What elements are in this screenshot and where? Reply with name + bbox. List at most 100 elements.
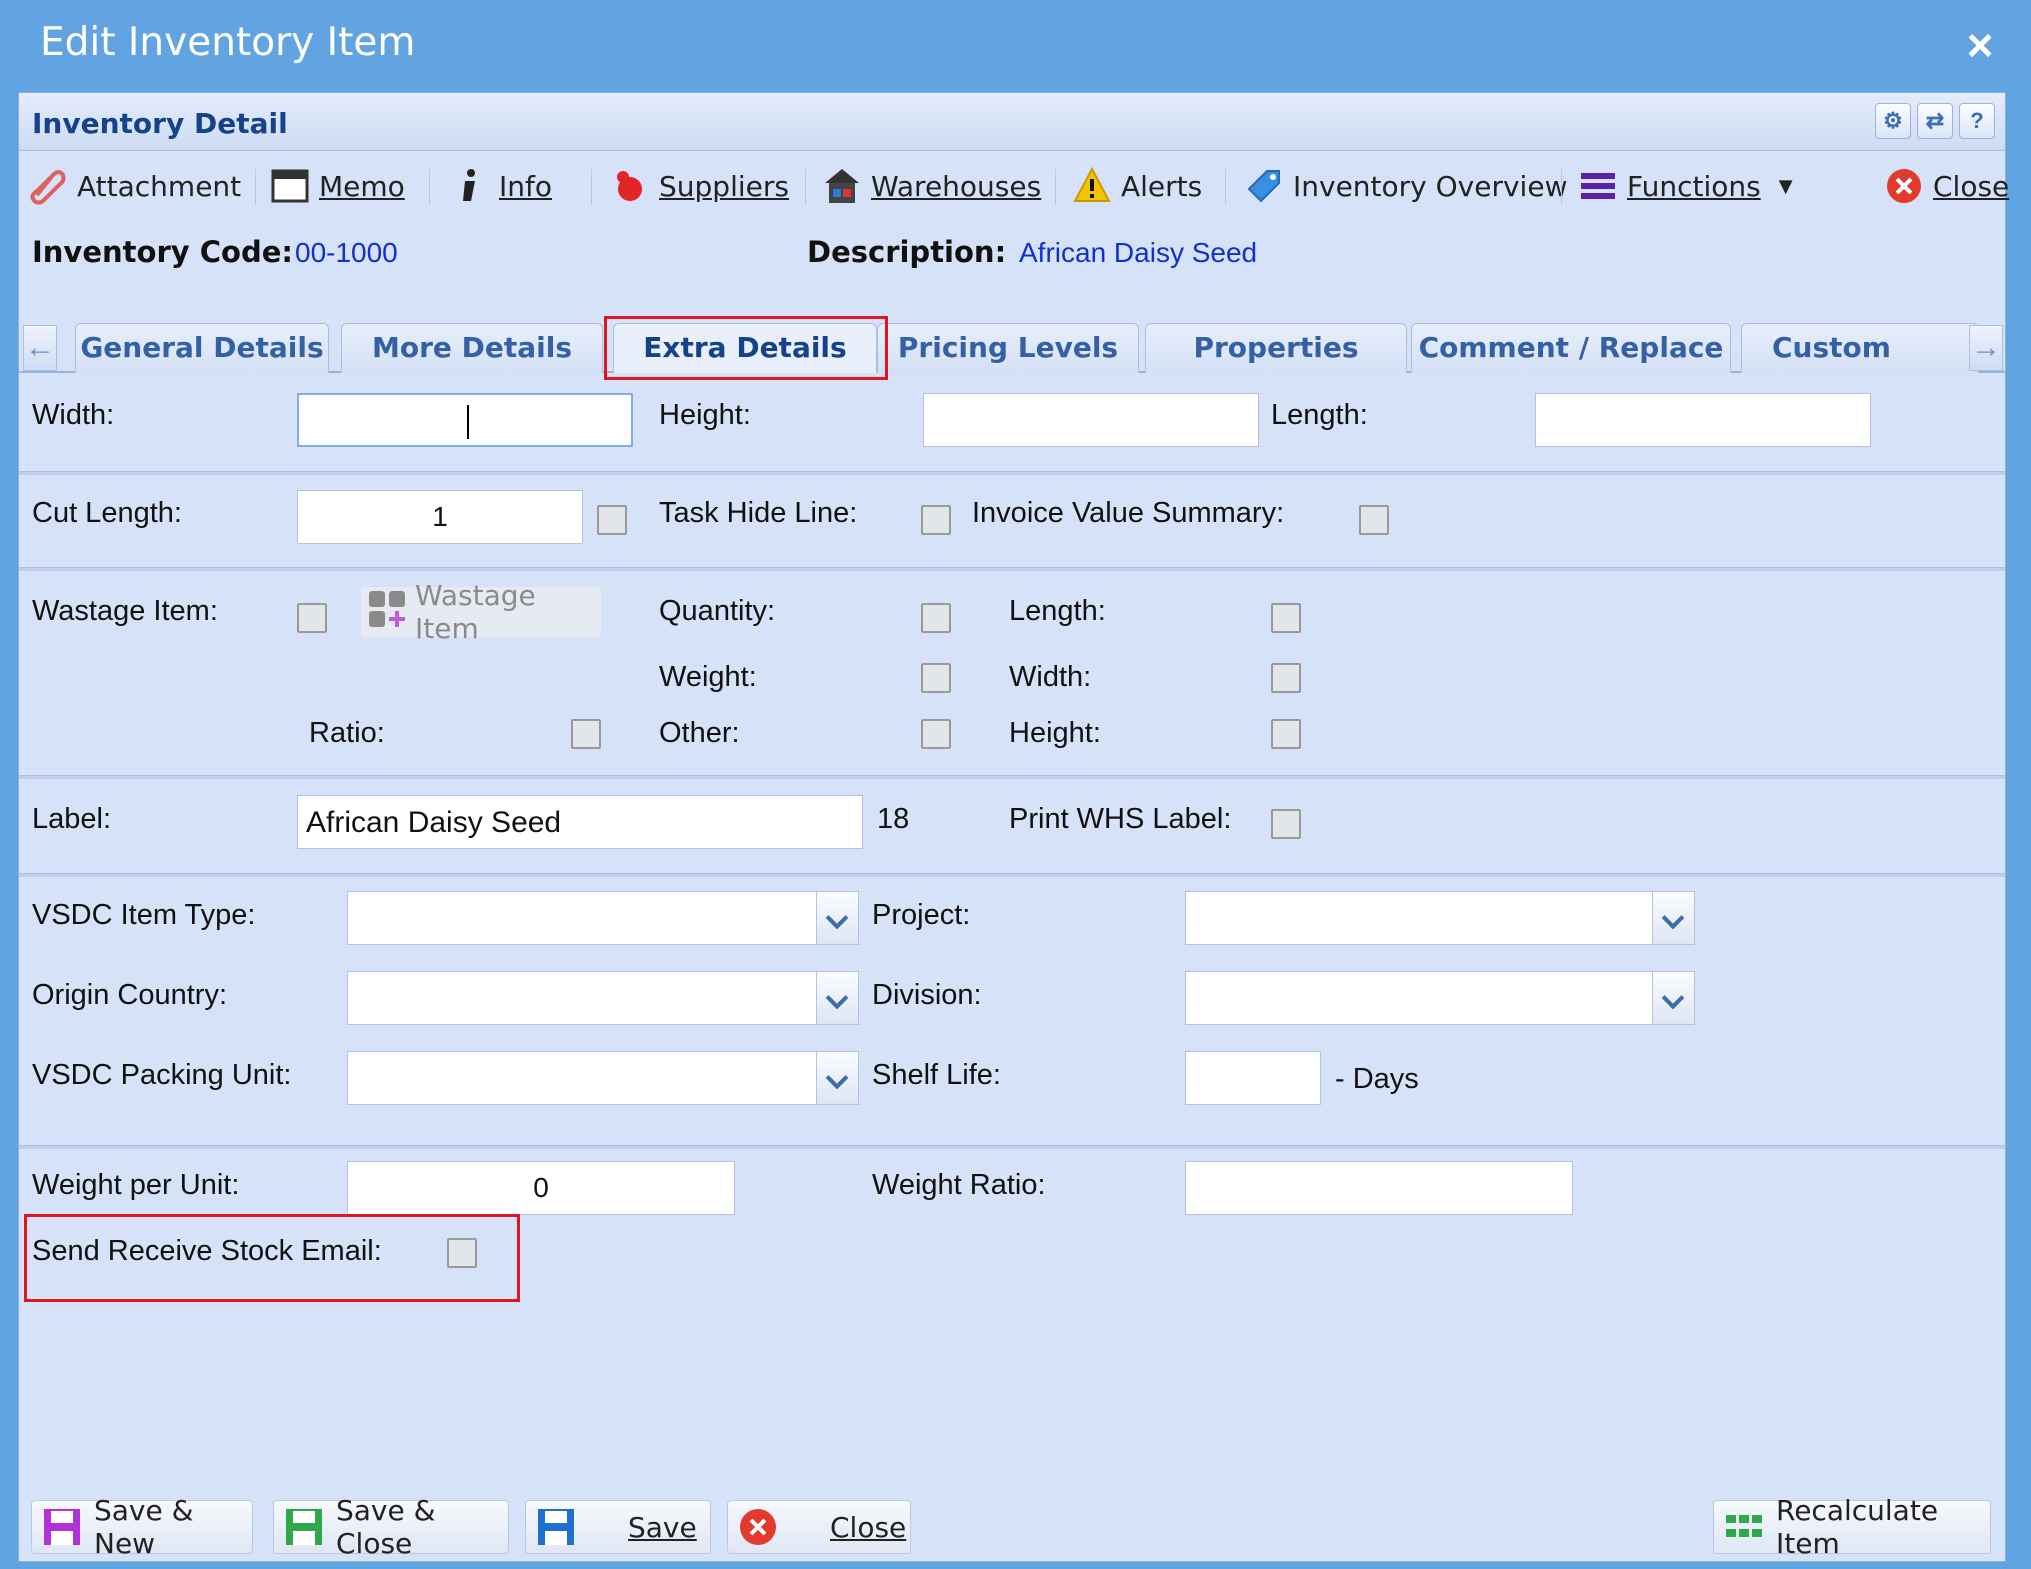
ratio-checkbox[interactable] xyxy=(571,719,601,749)
recalculate-item-button[interactable]: Recalculate Item xyxy=(1713,1494,1991,1560)
gear-icon[interactable]: ⚙ xyxy=(1875,103,1911,139)
vsdc-item-type-label: VSDC Item Type: xyxy=(32,899,256,931)
width-label: Width: xyxy=(32,399,115,431)
tab-pricing-levels[interactable]: Pricing Levels xyxy=(877,323,1139,373)
wastage-width-checkbox[interactable] xyxy=(1271,663,1301,693)
vsdc-packing-unit-select[interactable] xyxy=(347,1051,859,1105)
ratio-label: Ratio: xyxy=(309,717,385,749)
wastage-height-checkbox[interactable] xyxy=(1271,719,1301,749)
tab-scroll-left-icon[interactable]: ← xyxy=(23,325,57,371)
caret-down-icon: ▼ xyxy=(1778,175,1793,197)
warning-icon xyxy=(1073,166,1111,205)
weight-per-unit-label: Weight per Unit: xyxy=(32,1169,240,1201)
close-button[interactable]: Close xyxy=(727,1500,911,1554)
invoice-value-summary-label: Invoice Value Summary: xyxy=(972,497,1285,529)
tab-scroll-right-icon[interactable]: → xyxy=(1969,325,2003,371)
other-checkbox[interactable] xyxy=(921,719,951,749)
division-label: Division: xyxy=(872,979,982,1011)
wastage-item-label: Wastage Item: xyxy=(32,595,218,627)
window-close-icon[interactable]: × xyxy=(1957,22,2003,68)
invoice-value-summary-checkbox[interactable] xyxy=(1359,505,1389,535)
cut-length-checkbox[interactable] xyxy=(597,505,627,535)
memo-button[interactable]: Memo xyxy=(271,163,405,209)
info-label: Info xyxy=(499,169,552,203)
extra-details-highlight xyxy=(604,316,888,380)
cut-length-input[interactable]: 1 xyxy=(297,490,583,544)
toolbar-close-button[interactable]: Close xyxy=(1885,163,2009,209)
functions-menu[interactable]: Functions ▼ xyxy=(1579,163,1793,209)
weight-checkbox[interactable] xyxy=(921,663,951,693)
save-button[interactable]: Save xyxy=(525,1500,711,1554)
wastage-length-checkbox[interactable] xyxy=(1271,603,1301,633)
width-input[interactable] xyxy=(297,393,633,447)
label-label: Label: xyxy=(32,803,112,835)
quantity-checkbox[interactable] xyxy=(921,603,951,633)
chevron-down-icon[interactable] xyxy=(816,1052,858,1104)
tab-custom-fields[interactable]: Custom Fields xyxy=(1741,323,1979,373)
length-input[interactable] xyxy=(1535,393,1871,447)
save-close-button[interactable]: Save & Close xyxy=(273,1494,509,1560)
inventory-code-label: Inventory Code: xyxy=(32,235,293,269)
weight-ratio-input[interactable] xyxy=(1185,1161,1573,1215)
weight-label: Weight: xyxy=(659,661,757,693)
paperclip-icon xyxy=(29,167,67,205)
origin-country-select[interactable] xyxy=(347,971,859,1025)
chevron-down-icon[interactable] xyxy=(816,972,858,1024)
origin-country-label: Origin Country: xyxy=(32,979,228,1011)
label-input[interactable]: African Daisy Seed xyxy=(297,795,863,849)
tab-general-details[interactable]: General Details xyxy=(75,323,329,373)
wastage-item-checkbox[interactable] xyxy=(297,603,327,633)
suppliers-label: Suppliers xyxy=(659,169,789,203)
tag-icon xyxy=(1245,167,1283,205)
print-whs-label-checkbox[interactable] xyxy=(1271,809,1301,839)
vsdc-packing-unit-label: VSDC Packing Unit: xyxy=(32,1059,292,1091)
shelf-life-label: Shelf Life: xyxy=(872,1059,1001,1091)
tab-comment-replace[interactable]: Comment / Replace xyxy=(1411,323,1731,373)
grid-calc-icon xyxy=(1724,1507,1764,1547)
recalculate-item-label: Recalculate Item xyxy=(1776,1494,1939,1560)
alerts-button[interactable]: Alerts xyxy=(1073,163,1202,209)
calendar-icon xyxy=(271,167,309,205)
warehouses-label: Warehouses xyxy=(871,169,1042,203)
cut-length-label: Cut Length: xyxy=(32,497,182,529)
project-select[interactable] xyxy=(1185,891,1695,945)
warehouse-icon xyxy=(823,167,861,205)
suppliers-button[interactable]: Suppliers xyxy=(611,163,789,209)
alerts-label: Alerts xyxy=(1121,169,1203,203)
inventory-overview-button[interactable]: Inventory Overview xyxy=(1245,163,1567,209)
task-hide-line-checkbox[interactable] xyxy=(921,505,951,535)
height-input[interactable] xyxy=(923,393,1259,447)
panel-header: Inventory Detail ⚙ ⇄ ? xyxy=(19,93,2005,151)
description-label: Description: xyxy=(807,235,1007,269)
floppy-green-icon xyxy=(284,1507,324,1547)
chevron-down-icon[interactable] xyxy=(1652,972,1694,1024)
wastage-item-button[interactable]: Wastage Item xyxy=(361,579,601,645)
floppy-blue-icon xyxy=(536,1507,576,1547)
weight-ratio-label: Weight Ratio: xyxy=(872,1169,1046,1201)
toolbar: Attachment Memo Info Suppliers Warehouse… xyxy=(19,153,2009,219)
info-button[interactable]: Info xyxy=(451,163,552,209)
vsdc-item-type-select[interactable] xyxy=(347,891,859,945)
functions-label: Functions xyxy=(1627,169,1761,203)
attachment-button[interactable]: Attachment xyxy=(29,163,241,209)
refresh-icon[interactable]: ⇄ xyxy=(1917,103,1953,139)
send-receive-stock-email-highlight xyxy=(24,1214,520,1302)
tab-more-details[interactable]: More Details xyxy=(341,323,603,373)
weight-per-unit-input[interactable]: 0 xyxy=(347,1161,735,1215)
warehouses-button[interactable]: Warehouses xyxy=(823,163,1041,209)
bottom-button-bar: Save & New Save & Close Save Close Recal… xyxy=(19,1488,2005,1563)
wastage-height-label: Height: xyxy=(1009,717,1101,749)
chevron-down-icon[interactable] xyxy=(816,892,858,944)
save-new-button[interactable]: Save & New xyxy=(31,1494,253,1560)
label-char-count: 18 xyxy=(877,803,910,835)
division-select[interactable] xyxy=(1185,971,1695,1025)
menu-lines-icon xyxy=(1579,167,1617,205)
help-icon[interactable]: ? xyxy=(1959,103,1995,139)
chevron-down-icon[interactable] xyxy=(1652,892,1694,944)
print-whs-label: Print WHS Label: xyxy=(1009,803,1232,835)
tab-strip: ← General Details More Details Extra Det… xyxy=(19,315,2005,373)
shelf-life-input[interactable] xyxy=(1185,1051,1321,1105)
tab-properties[interactable]: Properties xyxy=(1145,323,1407,373)
length-label: Length: xyxy=(1271,399,1368,431)
description-value: African Daisy Seed xyxy=(1019,237,1258,268)
